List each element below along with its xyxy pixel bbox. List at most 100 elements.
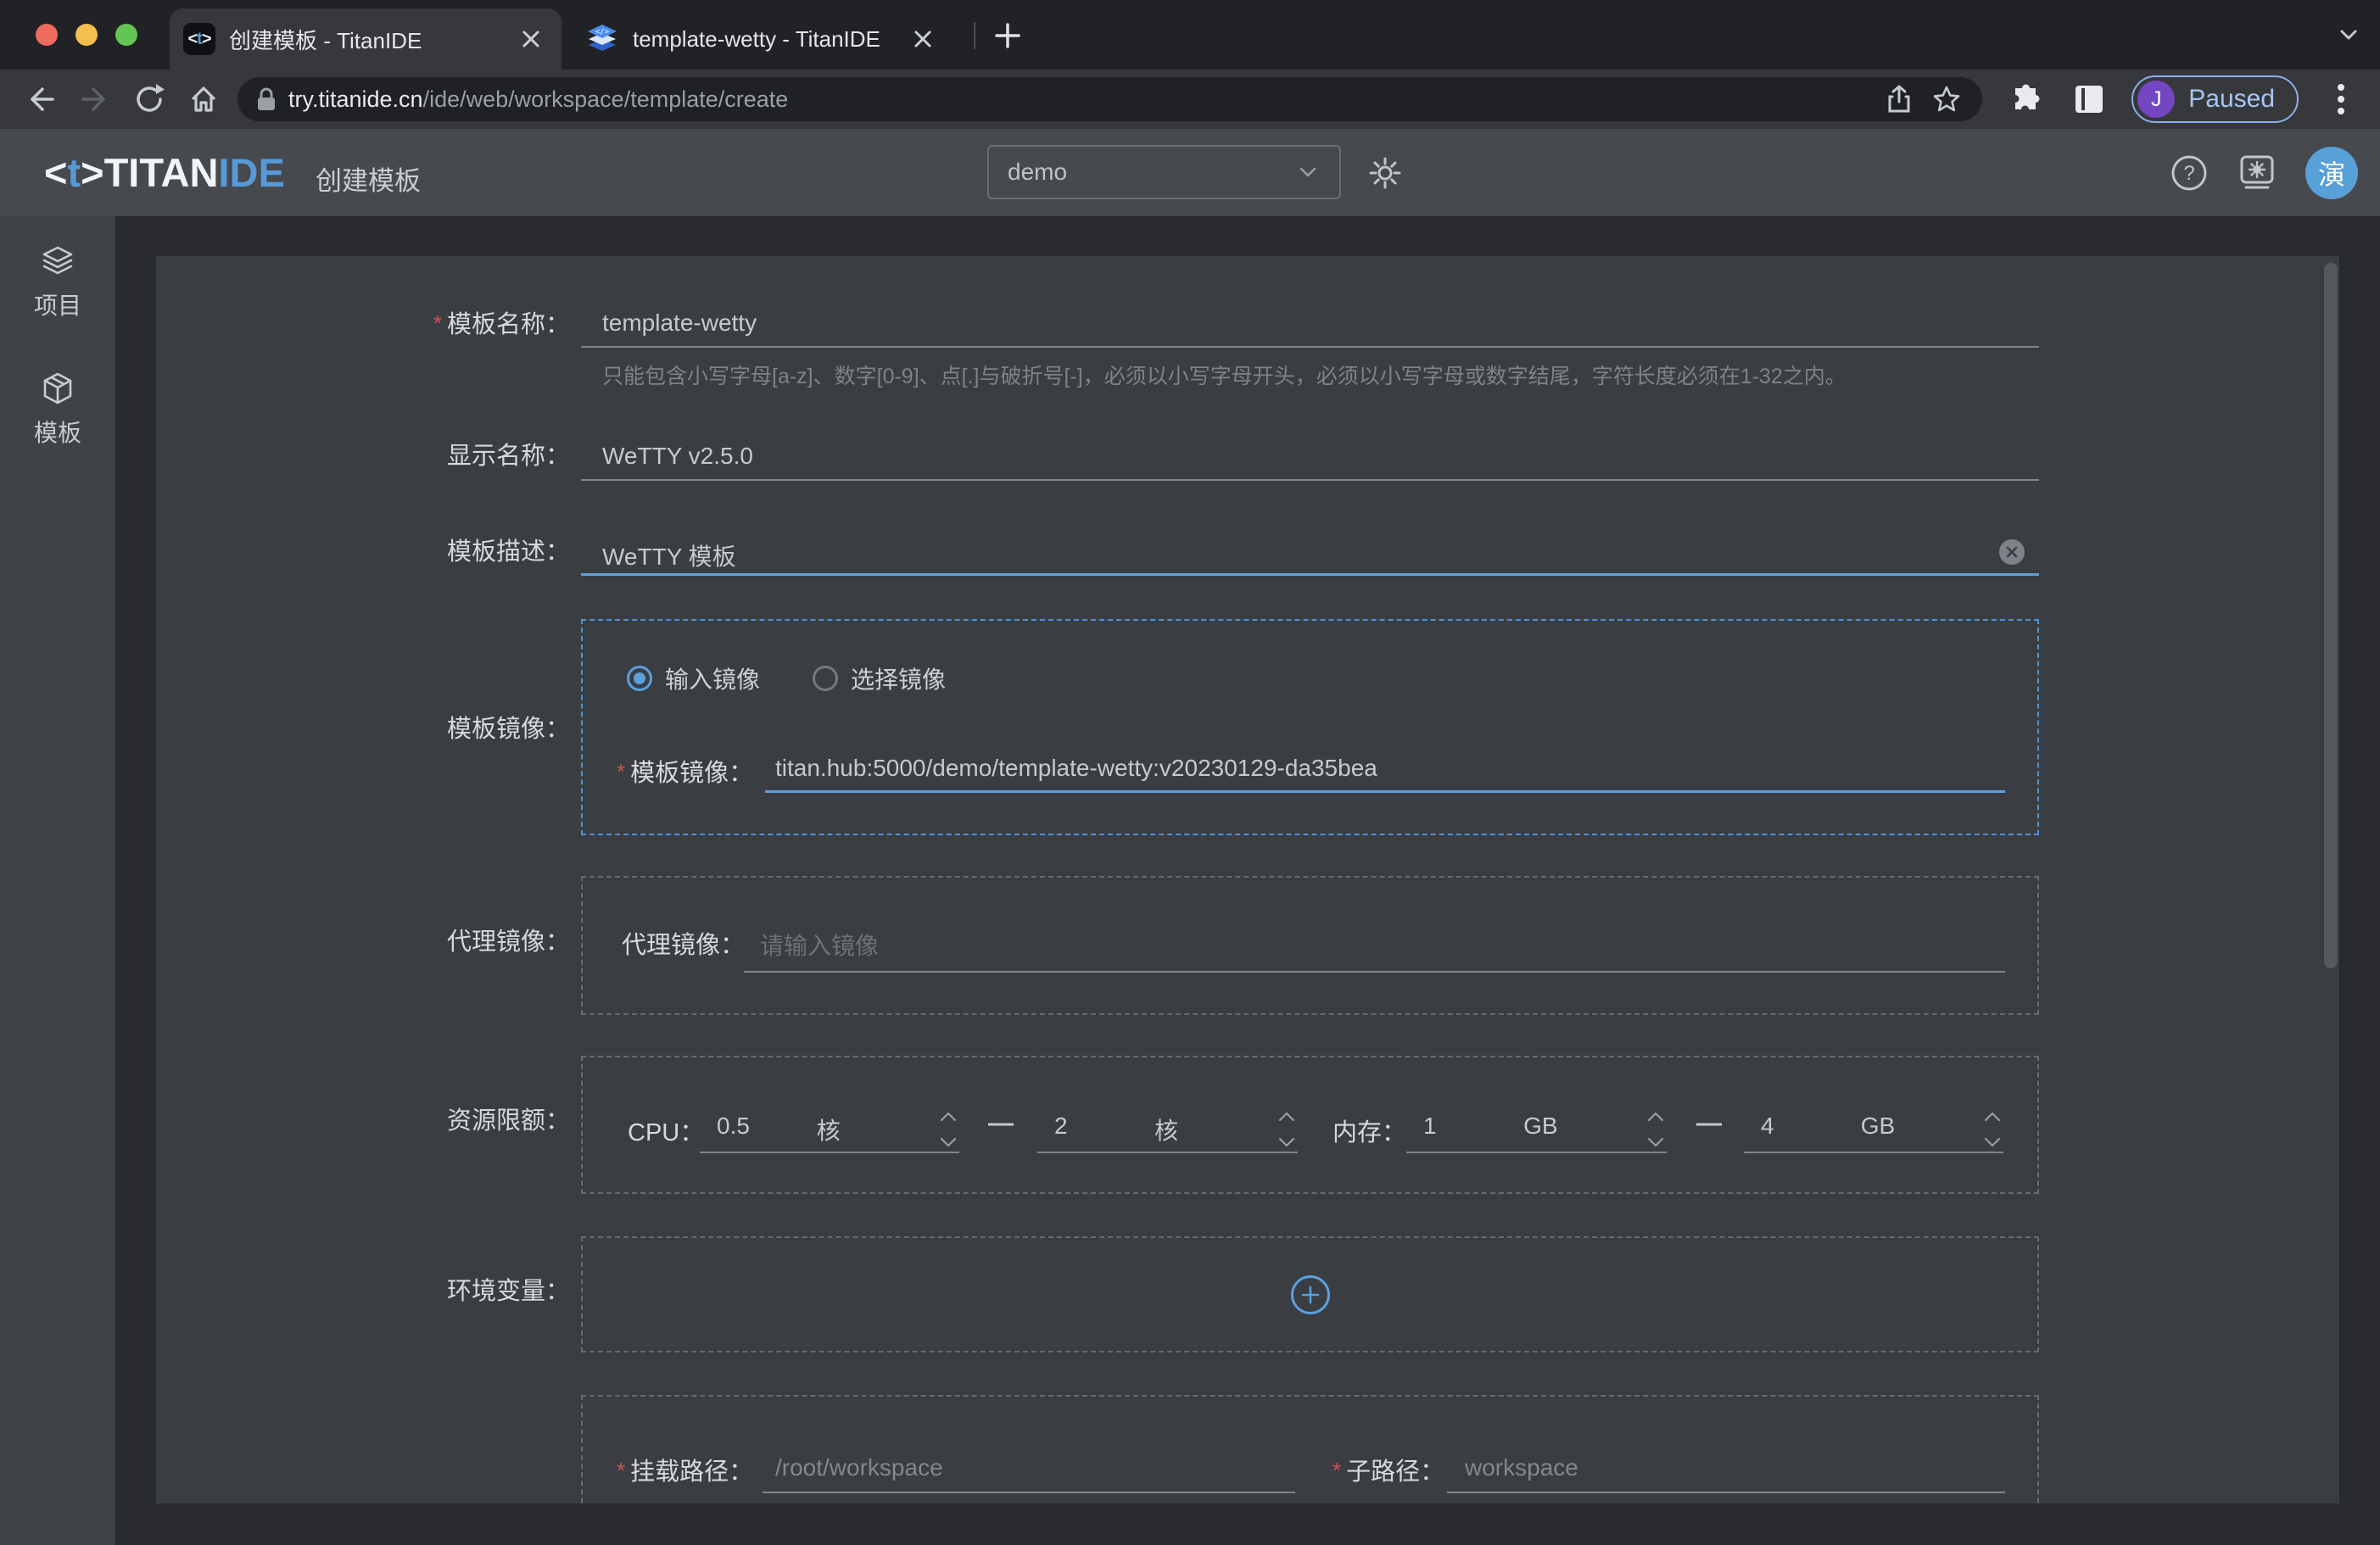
stepper-arrows[interactable] bbox=[1646, 1111, 1665, 1148]
cpu-min-stepper[interactable]: 0.5 核 bbox=[700, 1104, 959, 1153]
required-marker: * bbox=[617, 1458, 625, 1483]
cpu-max-unit: 核 bbox=[1154, 1113, 1178, 1146]
template-name-hint: 只能包含小写字母[a-z]、数字[0-9]、点[.]与破折号[-]，必须以小写字… bbox=[602, 360, 1846, 390]
workspace-select[interactable]: demo bbox=[987, 145, 1341, 199]
template-name-underline bbox=[581, 346, 2039, 348]
memory-max-stepper[interactable]: 4 GB bbox=[1744, 1104, 2003, 1153]
proxy-section-label: 代理镜像： bbox=[156, 925, 570, 959]
nav-buttons bbox=[20, 79, 224, 120]
proxy-field-input[interactable]: 请输入镜像 bbox=[760, 928, 879, 962]
tab-create-template[interactable]: <t> 创建模板 - TitanIDE bbox=[170, 8, 561, 70]
memory-label: 内存： bbox=[1332, 1113, 1406, 1148]
required-marker: * bbox=[1332, 1458, 1341, 1483]
lock-icon bbox=[256, 86, 277, 112]
cpu-max-value[interactable]: 2 bbox=[1054, 1113, 1068, 1140]
memory-max-value[interactable]: 4 bbox=[1761, 1113, 1774, 1140]
workspace-select-value: demo bbox=[1008, 159, 1295, 186]
help-icon[interactable]: ? bbox=[2170, 153, 2209, 192]
image-source-radio-group: 输入镜像 选择镜像 bbox=[627, 661, 946, 695]
stepper-arrows[interactable] bbox=[1983, 1111, 2002, 1148]
range-dash: — bbox=[1696, 1109, 1722, 1138]
tab-title: template-wetty - TitanIDE bbox=[633, 26, 906, 53]
range-dash: — bbox=[988, 1109, 1014, 1138]
browser-tab-strip: <t> 创建模板 - TitanIDE </> template-wetty -… bbox=[0, 0, 2380, 70]
radio-label[interactable]: 选择镜像 bbox=[851, 661, 946, 695]
url-path: /ide/web/workspace/template/create bbox=[423, 86, 789, 112]
radio-select-image[interactable] bbox=[813, 666, 838, 691]
app-sidebar: 项目 模板 bbox=[0, 216, 115, 1545]
url-text: try.titanide.cn/ide/web/workspace/templa… bbox=[288, 86, 1870, 113]
new-tab-button[interactable] bbox=[984, 12, 1031, 59]
header-right-actions: ? 演 bbox=[2170, 129, 2358, 216]
back-button[interactable] bbox=[20, 79, 61, 120]
template-name-input[interactable]: template-wetty bbox=[602, 310, 757, 337]
address-bar[interactable]: try.titanide.cn/ide/web/workspace/templa… bbox=[237, 77, 1982, 121]
proxy-field-underline bbox=[744, 971, 2005, 973]
tab-title: 创建模板 - TitanIDE bbox=[229, 24, 514, 55]
extensions-puzzle-icon[interactable] bbox=[2006, 79, 2047, 120]
cpu-label: CPU： bbox=[628, 1113, 704, 1148]
sidebar-item-templates[interactable]: 模板 bbox=[34, 371, 81, 449]
add-env-var-button[interactable] bbox=[1291, 1275, 1330, 1314]
profile-avatar: J bbox=[2137, 81, 2175, 118]
reload-button[interactable] bbox=[129, 79, 170, 120]
mount-path-input[interactable]: /root/workspace bbox=[775, 1454, 943, 1481]
workspace-settings-gear-icon[interactable] bbox=[1367, 155, 1403, 191]
description-input[interactable]: WeTTY 模板 bbox=[602, 538, 736, 572]
forward-button[interactable] bbox=[75, 79, 115, 120]
window-close-button[interactable] bbox=[36, 24, 58, 46]
sidebar-item-label: 项目 bbox=[34, 287, 81, 321]
profile-paused-button[interactable]: J Paused bbox=[2131, 75, 2299, 123]
memory-max-unit: GB bbox=[1861, 1113, 1895, 1140]
subpath-underline bbox=[1447, 1492, 2005, 1493]
resources-box: CPU： 0.5 核 — 2 核 内存： 1 bbox=[581, 1056, 2039, 1194]
subpath-input[interactable]: workspace bbox=[1465, 1454, 1578, 1481]
bookmark-star-icon[interactable] bbox=[1928, 81, 1965, 118]
cpu-min-unit: 核 bbox=[817, 1113, 841, 1146]
tab-separator bbox=[974, 22, 975, 49]
image-field-underline bbox=[765, 790, 2005, 793]
tab-template-wetty[interactable]: </> template-wetty - TitanIDE bbox=[572, 8, 953, 70]
mount-path-label: *挂载路径： bbox=[617, 1452, 753, 1487]
subpath-label: *子路径： bbox=[1332, 1452, 1444, 1487]
clear-input-icon[interactable] bbox=[1999, 539, 2025, 565]
cpu-min-value[interactable]: 0.5 bbox=[717, 1113, 750, 1140]
radio-label[interactable]: 输入镜像 bbox=[665, 661, 760, 695]
display-name-input[interactable]: WeTTY v2.5.0 bbox=[602, 443, 753, 470]
sidebar-item-projects[interactable]: 项目 bbox=[34, 243, 81, 321]
cpu-max-stepper[interactable]: 2 核 bbox=[1037, 1104, 1298, 1153]
tab-search-chevron-icon[interactable] bbox=[2336, 22, 2361, 47]
tab-close-icon[interactable] bbox=[906, 22, 940, 56]
description-underline-focused bbox=[581, 573, 2039, 576]
window-zoom-button[interactable] bbox=[115, 24, 137, 46]
proxy-field-label: 代理镜像： bbox=[622, 925, 745, 961]
memory-min-stepper[interactable]: 1 GB bbox=[1406, 1104, 1667, 1153]
resources-label: 资源限额： bbox=[156, 1104, 570, 1138]
memory-min-value[interactable]: 1 bbox=[1423, 1113, 1437, 1140]
url-host: try.titanide.cn bbox=[288, 86, 423, 112]
app-header: <t>TITANIDE 创建模板 demo ? bbox=[0, 129, 2380, 216]
description-label: 模板描述： bbox=[156, 535, 570, 569]
stepper-arrows[interactable] bbox=[1277, 1111, 1296, 1148]
radio-input-image[interactable] bbox=[627, 666, 652, 691]
mount-section-box: *挂载路径： /root/workspace *子路径： workspace bbox=[581, 1395, 2039, 1503]
window-controls bbox=[36, 24, 137, 46]
proxy-section-box: 代理镜像： 请输入镜像 bbox=[581, 876, 2039, 1015]
share-icon[interactable] bbox=[1880, 81, 1918, 118]
image-field-label: *模板镜像： bbox=[617, 753, 753, 789]
required-marker: * bbox=[617, 759, 625, 784]
side-panel-icon[interactable] bbox=[2069, 79, 2109, 120]
svg-text:?: ? bbox=[2183, 162, 2194, 185]
window-minimize-button[interactable] bbox=[75, 24, 98, 46]
system-settings-icon[interactable] bbox=[2236, 152, 2278, 194]
stepper-arrows[interactable] bbox=[939, 1111, 958, 1148]
cube-icon bbox=[39, 371, 76, 408]
browser-menu-dots-icon[interactable] bbox=[2321, 79, 2361, 120]
user-avatar[interactable]: 演 bbox=[2305, 147, 2358, 199]
tab-close-icon[interactable] bbox=[514, 22, 548, 56]
image-field-input[interactable]: titan.hub:5000/demo/template-wetty:v2023… bbox=[775, 755, 1377, 782]
home-button[interactable] bbox=[183, 79, 224, 120]
scrollbar-thumb[interactable] bbox=[2324, 263, 2338, 968]
create-template-form: *模板名称： template-wetty 只能包含小写字母[a-z]、数字[0… bbox=[156, 256, 2339, 1503]
titanide-logo[interactable]: <t>TITANIDE bbox=[44, 149, 285, 196]
